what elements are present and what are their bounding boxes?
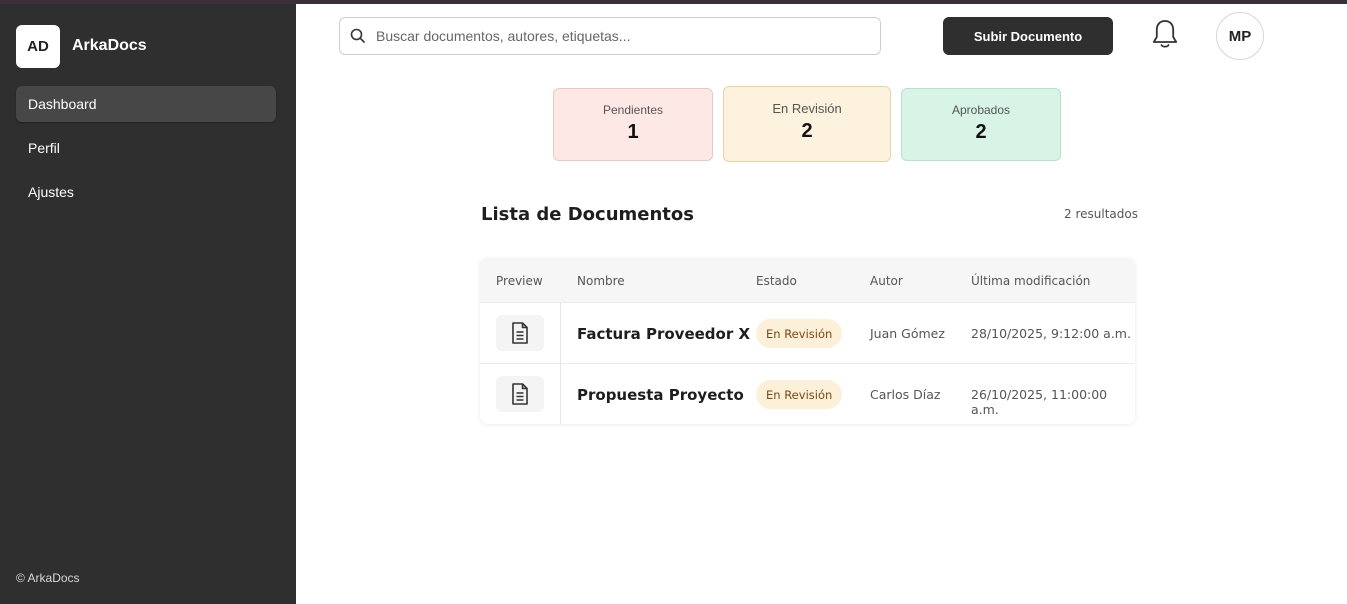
sidebar-item-perfil[interactable]: Perfil: [16, 130, 276, 166]
status-badge: En Revisión: [756, 380, 843, 409]
stat-card-pending: Pendientes 1: [553, 88, 713, 161]
sidebar-footer: © ArkaDocs: [16, 571, 80, 585]
column-header-status[interactable]: Estado: [756, 274, 797, 288]
document-icon: [512, 322, 528, 344]
stat-card-approved: Aprobados 2: [901, 88, 1061, 161]
stat-value: 2: [975, 121, 987, 143]
document-modified: 28/10/2025, 9:12:00 a.m.: [971, 326, 1131, 341]
window-top-strip: [0, 0, 1347, 4]
stat-label: Pendientes: [602, 103, 664, 117]
document-modified: 26/10/2025, 11:00:00 a.m.: [971, 387, 1108, 417]
sidebar-item-label: Dashboard: [28, 96, 97, 112]
column-header-name[interactable]: Nombre: [577, 274, 625, 288]
sidebar: AD ArkaDocs Dashboard Perfil Ajustes © A…: [0, 0, 296, 604]
stat-label: Aprobados: [951, 103, 1011, 117]
document-author: Juan Gómez: [870, 326, 945, 341]
document-icon: [512, 383, 528, 405]
table-row[interactable]: Propuesta Proyecto En Revisión Carlos Dí…: [480, 364, 1135, 424]
document-name[interactable]: Factura Proveedor X: [577, 325, 750, 343]
stat-card-review: En Revisión 2: [723, 86, 891, 162]
bell-icon: [1152, 20, 1178, 48]
status-badge: En Revisión: [756, 319, 843, 348]
logo: AD: [16, 25, 60, 68]
table-header: Preview Nombre Estado Autor Última modif…: [480, 258, 1135, 303]
list-title: Lista de Documentos: [481, 204, 694, 225]
search-input[interactable]: [376, 28, 856, 44]
document-author: Carlos Díaz: [870, 387, 941, 402]
preview-column-divider: [560, 303, 561, 424]
stat-value: 1: [627, 121, 639, 143]
sidebar-item-dashboard[interactable]: Dashboard: [16, 86, 276, 122]
results-count: 2 resultados: [1064, 207, 1138, 221]
column-header-preview[interactable]: Preview: [496, 274, 543, 288]
stat-value: 2: [801, 120, 813, 142]
sidebar-item-label: Ajustes: [28, 184, 74, 200]
documents-table: Preview Nombre Estado Autor Última modif…: [480, 258, 1135, 424]
search-icon: [350, 28, 365, 43]
column-header-modified[interactable]: Última modificación: [971, 274, 1090, 288]
document-name[interactable]: Propuesta Proyecto: [577, 386, 744, 404]
upload-document-button[interactable]: Subir Documento: [943, 17, 1113, 55]
avatar[interactable]: MP: [1216, 12, 1264, 60]
column-header-author[interactable]: Autor: [870, 274, 903, 288]
notifications-button[interactable]: [1150, 18, 1180, 50]
stat-label: En Revisión: [772, 101, 842, 116]
search-box[interactable]: [339, 17, 881, 55]
app-name: ArkaDocs: [72, 37, 147, 54]
document-preview[interactable]: [496, 315, 544, 351]
table-row[interactable]: Factura Proveedor X En Revisión Juan Góm…: [480, 303, 1135, 364]
sidebar-item-label: Perfil: [28, 140, 60, 156]
sidebar-item-ajustes[interactable]: Ajustes: [16, 174, 276, 210]
document-preview[interactable]: [496, 376, 544, 412]
